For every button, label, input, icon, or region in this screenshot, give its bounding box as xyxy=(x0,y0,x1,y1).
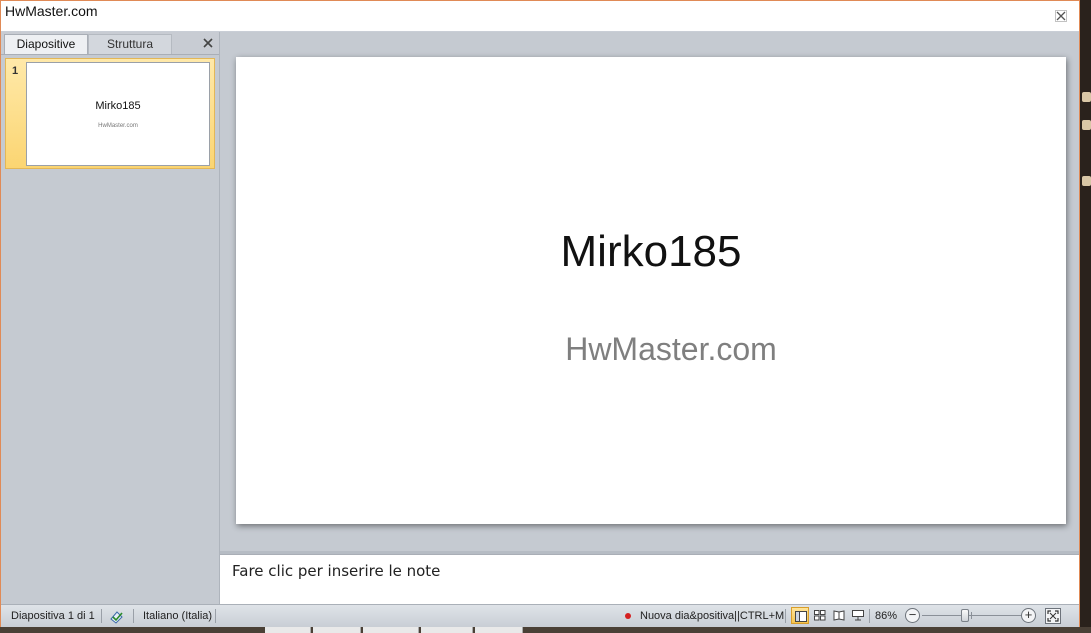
zoom-out-icon[interactable]: − xyxy=(905,608,920,623)
background-tab xyxy=(475,627,523,633)
zoom-in-icon[interactable]: + xyxy=(1021,608,1036,623)
spellcheck-icon[interactable] xyxy=(109,608,125,624)
background-tab xyxy=(421,627,473,633)
slide-counter: Diapositiva 1 di 1 xyxy=(11,610,95,622)
tab-struttura[interactable]: Struttura xyxy=(88,34,172,54)
slide-thumbnail-1[interactable]: 1 Mirko185 HwMaster.com xyxy=(5,58,215,169)
notes-placeholder[interactable]: Fare clic per inserire le note xyxy=(232,562,440,580)
zoom-slider-thumb[interactable] xyxy=(961,609,969,622)
slides-outline-pane: Diapositive Struttura 1 Mirko185 HwMaste… xyxy=(1,32,220,604)
background-icon xyxy=(1082,120,1091,130)
slide-canvas[interactable]: Mirko185 HwMaster.com xyxy=(236,57,1066,524)
background-tab xyxy=(265,627,311,633)
background-desktop-right xyxy=(1080,0,1091,633)
zoom-slider-track[interactable] xyxy=(922,615,1022,616)
title-bar: HwMaster.com xyxy=(1,1,1079,32)
status-divider xyxy=(869,609,870,623)
background-desktop-bottom xyxy=(0,627,1091,633)
thumbnail-subtitle: HwMaster.com xyxy=(98,123,138,129)
zoom-slider-midmark xyxy=(971,612,972,619)
background-tab xyxy=(363,627,419,633)
zoom-level[interactable]: 86% xyxy=(875,610,897,622)
status-divider xyxy=(215,609,216,623)
record-indicator-icon xyxy=(625,613,631,619)
background-icon xyxy=(1082,92,1091,102)
close-icon[interactable] xyxy=(1055,10,1067,22)
fit-window-icon[interactable] xyxy=(1045,608,1061,624)
background-icon xyxy=(1082,176,1091,186)
powerpoint-window: HwMaster.com Diapositive Struttura 1 Mir… xyxy=(0,0,1080,627)
reading-view-icon[interactable] xyxy=(830,607,848,624)
status-divider xyxy=(133,609,134,623)
tab-diapositive[interactable]: Diapositive xyxy=(4,34,88,54)
language-indicator[interactable]: Italiano (Italia) xyxy=(143,610,212,622)
slide-thumbnail-preview: Mirko185 HwMaster.com xyxy=(26,62,210,166)
pane-tabs: Diapositive Struttura xyxy=(1,32,219,55)
slide-editor-area: Mirko185 HwMaster.com xyxy=(220,32,1079,551)
slideshow-view-icon[interactable] xyxy=(849,607,867,624)
window-title: HwMaster.com xyxy=(5,3,98,19)
slide-title[interactable]: Mirko185 xyxy=(236,227,1066,277)
pane-close-icon[interactable] xyxy=(203,36,213,50)
thumbnail-title: Mirko185 xyxy=(95,100,141,112)
background-tab xyxy=(313,627,361,633)
normal-view-icon[interactable] xyxy=(791,607,809,624)
notes-pane[interactable]: Fare clic per inserire le note xyxy=(220,554,1079,605)
slide-number: 1 xyxy=(12,65,19,77)
slide-subtitle[interactable]: HwMaster.com xyxy=(236,331,1066,368)
status-divider xyxy=(785,609,786,623)
status-divider xyxy=(101,609,102,623)
status-bar: Diapositiva 1 di 1 Italiano (Italia) Nuo… xyxy=(1,604,1079,627)
status-hint: Nuova dia&positiva||CTRL+M xyxy=(640,610,785,622)
sorter-view-icon[interactable] xyxy=(811,607,829,624)
